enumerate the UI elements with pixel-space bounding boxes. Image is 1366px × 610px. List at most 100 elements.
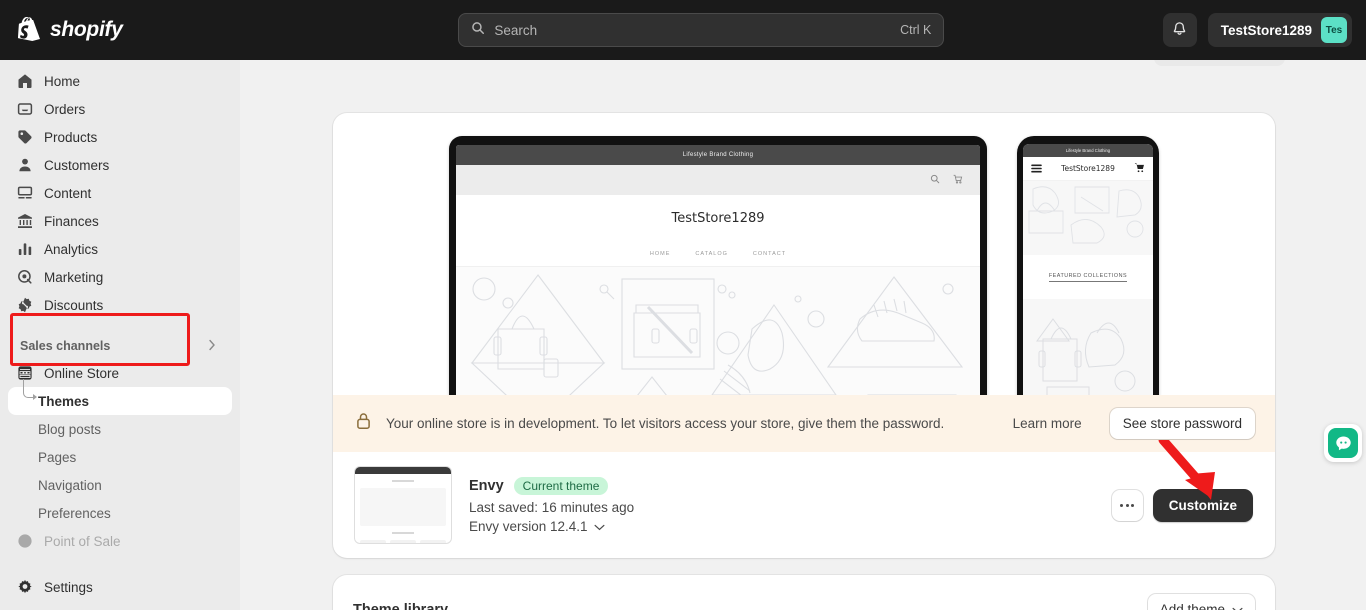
learn-more-link[interactable]: Learn more (1013, 416, 1082, 431)
sidebar-item-label: Settings (44, 579, 93, 595)
notifications-button[interactable] (1162, 13, 1197, 47)
search-input[interactable]: Search Ctrl K (458, 13, 945, 47)
storefront-nav-item: CONTACT (752, 250, 787, 257)
sidebar-item-label: Analytics (44, 241, 99, 257)
sidebar-item-label: Customers (44, 157, 110, 173)
desktop-store-header (456, 165, 980, 195)
avatar: Tes (1321, 17, 1347, 43)
add-theme-button[interactable]: Add theme (1147, 594, 1255, 610)
theme-thumbnail (355, 467, 451, 543)
finances-bank-icon (16, 213, 33, 230)
chat-widget-button[interactable] (1324, 424, 1362, 462)
current-theme-badge: Current theme (513, 476, 609, 495)
sidebar-item-label: Navigation (38, 477, 102, 493)
chat-bubble-icon (1328, 428, 1358, 458)
sidebar-item-content[interactable]: Content (8, 179, 232, 207)
sidebar-item-label: Finances (44, 213, 99, 229)
storefront-store-name: TestStore1289 (671, 210, 765, 226)
mobile-screen: Lifestyle Brand Clothing TestStore1289 F… (1023, 144, 1153, 395)
chevron-right-icon (208, 339, 216, 354)
desktop-announcement-bar: Lifestyle Brand Clothing (456, 145, 980, 165)
sidebar-item-finances[interactable]: Finances (8, 207, 232, 235)
sidebar-item-orders[interactable]: Orders (8, 95, 232, 123)
theme-library-card: Theme library Add theme (333, 575, 1275, 610)
mobile-collection-illustration (1023, 299, 1153, 395)
theme-details: Envy Current theme Last saved: 16 minute… (469, 476, 1094, 534)
branch-arrow-icon (23, 379, 37, 401)
development-banner: Your online store is in development. To … (333, 395, 1275, 452)
sidebar-item-label: Preferences (38, 505, 111, 521)
marketing-target-icon (16, 269, 33, 286)
gear-icon (16, 579, 33, 596)
sales-channels-label: Sales channels (20, 339, 111, 353)
storefront-search-icon (930, 171, 940, 189)
theme-last-saved: Last saved: 16 minutes ago (469, 499, 635, 515)
hamburger-menu-icon (1031, 160, 1042, 178)
sidebar-item-label: Pages (38, 449, 77, 465)
sidebar-item-preferences[interactable]: Preferences (8, 499, 232, 527)
shopify-logo[interactable]: shopify (18, 17, 240, 43)
theme-preview-area: Lifestyle Brand Clothing TestStore1289 H… (333, 113, 1275, 395)
sidebar-item-pages[interactable]: Pages (8, 443, 232, 471)
sales-channels-header[interactable]: Sales channels (8, 333, 232, 359)
desktop-screen: Lifestyle Brand Clothing TestStore1289 H… (456, 145, 980, 395)
analytics-bars-icon (16, 241, 33, 258)
mobile-announcement-bar: Lifestyle Brand Clothing (1023, 144, 1153, 157)
storefront-nav-item: CATALOG (695, 250, 728, 257)
main-content: Themes View your store Lifestyle Brand C… (240, 0, 1366, 610)
sidebar-item-blog-posts[interactable]: Blog posts (8, 415, 232, 443)
customers-icon (16, 157, 33, 174)
see-store-password-button[interactable]: See store password (1109, 408, 1255, 439)
sidebar-item-label: Home (44, 73, 81, 89)
store-account-button[interactable]: TestStore1289 Tes (1207, 13, 1352, 47)
orders-icon (16, 101, 33, 118)
theme-version-label: Envy version 12.4.1 (469, 518, 588, 534)
current-theme-row: Envy Current theme Last saved: 16 minute… (333, 452, 1275, 558)
sidebar-item-discounts[interactable]: Discounts (8, 291, 232, 319)
mobile-hero-illustration (1023, 181, 1153, 255)
search-icon (471, 21, 485, 40)
shopify-admin-themes-page: shopify Search Ctrl K TestStore1289 Tes … (0, 0, 1366, 610)
sidebar-nav: Home Orders Products Customers Content F… (0, 60, 240, 555)
home-icon (16, 73, 33, 90)
storefront-nav-item: HOME (649, 250, 671, 257)
sidebar-item-analytics[interactable]: Analytics (8, 235, 232, 263)
content-icon (16, 185, 33, 202)
products-tag-icon (16, 129, 33, 146)
sidebar-item-label: Themes (38, 393, 90, 409)
customize-button[interactable]: Customize (1152, 488, 1253, 522)
sidebar-item-themes[interactable]: Themes (8, 379, 232, 415)
chevron-down-icon (594, 519, 605, 534)
search-placeholder: Search (494, 22, 538, 38)
sidebar: Home Orders Products Customers Content F… (0, 60, 240, 610)
mobile-store-name: TestStore1289 (1061, 164, 1115, 173)
storefront-hero-illustration (456, 267, 980, 395)
mobile-store-header: TestStore1289 (1023, 157, 1153, 181)
store-name-label: TestStore1289 (1220, 22, 1312, 38)
mobile-cart-icon (1134, 160, 1145, 178)
sidebar-item-settings[interactable]: Settings (0, 564, 240, 610)
search-area: Search Ctrl K (240, 13, 1163, 47)
sidebar-item-marketing[interactable]: Marketing (8, 263, 232, 291)
sidebar-item-navigation[interactable]: Navigation (8, 471, 232, 499)
sidebar-item-online-store[interactable]: Online Store (8, 359, 232, 387)
discounts-icon (16, 297, 33, 314)
theme-library-header: Theme library Add theme (333, 575, 1275, 610)
sidebar-item-customers[interactable]: Customers (8, 151, 232, 179)
theme-version-dropdown[interactable]: Envy version 12.4.1 (469, 519, 605, 534)
sidebar-item-home[interactable]: Home (8, 67, 232, 95)
sidebar-item-point-of-sale[interactable]: Point of Sale (8, 527, 232, 555)
sidebar-item-label: Discounts (44, 297, 104, 313)
sidebar-item-label: Orders (44, 101, 86, 117)
development-banner-message: Your online store is in development. To … (386, 416, 945, 431)
more-options-button[interactable] (1111, 489, 1143, 521)
sidebar-item-products[interactable]: Products (8, 123, 232, 151)
sidebar-item-label: Online Store (44, 365, 120, 381)
top-bar: shopify Search Ctrl K TestStore1289 Tes (0, 0, 1366, 60)
sidebar-item-label: Marketing (44, 269, 104, 285)
chevron-down-icon (1232, 602, 1243, 610)
storefront-nav: HOME CATALOG CONTACT (456, 241, 980, 267)
mobile-preview: Lifestyle Brand Clothing TestStore1289 F… (1017, 136, 1159, 395)
sidebar-item-label: Content (44, 185, 92, 201)
top-bar-actions: TestStore1289 Tes (1162, 13, 1352, 47)
